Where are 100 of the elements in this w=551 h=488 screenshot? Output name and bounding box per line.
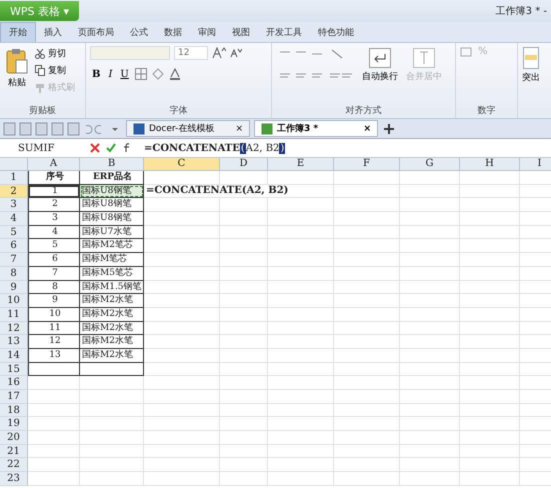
table-cell[interactable]	[80, 362, 144, 376]
group-label: 剪贴板	[28, 104, 57, 118]
table-cell: 11	[28, 322, 80, 336]
row-header[interactable]: 13	[0, 335, 28, 349]
column-header[interactable]: G	[400, 158, 460, 171]
table-cell: 7	[28, 266, 80, 280]
function-icon[interactable]	[122, 143, 132, 153]
row-header[interactable]: 15	[0, 362, 28, 376]
row-header[interactable]: 6	[0, 239, 28, 254]
table-cell: 13	[28, 348, 80, 363]
conditional-format-button[interactable]: 突出	[518, 43, 544, 118]
ribbon-tab[interactable]: 开发工具	[258, 22, 310, 42]
italic-button[interactable]: I	[106, 68, 114, 80]
bold-button[interactable]: B	[90, 68, 102, 80]
group-label: 数字	[476, 104, 496, 118]
brush-icon	[35, 82, 45, 92]
row-header[interactable]: 18	[0, 404, 28, 418]
table-cell: 国标M2水笔	[80, 348, 144, 363]
row-header[interactable]: 21	[0, 444, 28, 458]
ribbon-tab[interactable]: 开始	[0, 22, 36, 42]
row-header[interactable]: 22	[0, 458, 28, 472]
copy-icon	[35, 65, 45, 76]
table-cell: 12	[28, 335, 80, 349]
column-header[interactable]: D	[220, 158, 268, 171]
table-cell: 国标M2水笔	[80, 308, 144, 322]
document-icon	[133, 122, 145, 134]
row-header[interactable]: 1	[0, 171, 28, 185]
row-header[interactable]: 20	[0, 431, 28, 445]
wrap-icon	[369, 48, 391, 68]
table-cell: 5	[28, 239, 80, 254]
copy-button[interactable]: 复制	[34, 63, 76, 78]
row-header[interactable]: 10	[0, 294, 28, 308]
grow-font-icon	[212, 47, 226, 59]
font-name-field[interactable]	[90, 46, 170, 60]
confirm-icon[interactable]	[106, 143, 116, 153]
table-cell: 国标U8钢笔	[80, 212, 144, 226]
ribbon-tab[interactable]: 公式	[122, 22, 156, 42]
table-cell[interactable]	[28, 362, 80, 376]
underline-button[interactable]: U	[118, 68, 131, 80]
column-header[interactable]: C	[144, 158, 220, 171]
document-icon	[261, 122, 273, 134]
ribbon-tab[interactable]: 数据	[156, 22, 190, 42]
row-header[interactable]: 8	[0, 266, 28, 280]
table-cell: 国标M2笔芯	[80, 239, 144, 254]
group-label: 对齐方式	[344, 104, 382, 118]
name-box[interactable]: SUMIF	[0, 142, 84, 154]
table-cell: 4	[28, 226, 80, 240]
row-header[interactable]: 9	[0, 280, 28, 294]
row-header[interactable]: 2	[0, 184, 28, 198]
row-header[interactable]: 4	[0, 212, 28, 226]
clipboard-icon	[6, 48, 28, 74]
table-cell: 国标M2水笔	[80, 294, 144, 308]
table-cell: 国标M笔芯	[80, 253, 144, 267]
window-title: 工作簿3 * -	[496, 5, 547, 18]
row-header[interactable]: 14	[0, 348, 28, 363]
table-cell: 国标U7水笔	[80, 226, 144, 240]
cancel-icon[interactable]	[90, 143, 100, 153]
table-cell: 国标U8钢笔	[80, 198, 144, 212]
column-header[interactable]: B	[80, 158, 144, 171]
ribbon-tab[interactable]: 审阅	[190, 22, 224, 42]
table-cell: 国标M5笔芯	[80, 266, 144, 280]
table-cell: 2	[28, 198, 80, 212]
table-cell: 6	[28, 253, 80, 267]
row-header[interactable]: 5	[0, 226, 28, 240]
table-cell: 序号	[28, 171, 80, 185]
column-header[interactable]: H	[460, 158, 520, 171]
font-color-icon	[168, 68, 181, 80]
table-style-icon	[523, 47, 539, 69]
column-header[interactable]: A	[28, 158, 80, 171]
table-cell: =CONCATENATE(A2, B2)	[144, 184, 334, 198]
table-cell: 10	[28, 308, 80, 322]
scissors-icon	[35, 48, 45, 58]
table-cell: 国标M2水笔	[80, 322, 144, 336]
column-header[interactable]: F	[334, 158, 400, 171]
table-cell: 8	[28, 280, 80, 294]
row-header[interactable]: 16	[0, 376, 28, 390]
row-header[interactable]: 3	[0, 198, 28, 212]
row-header[interactable]: 11	[0, 308, 28, 322]
font-size-field[interactable]: 12	[174, 46, 208, 60]
ribbon-tab[interactable]: 视图	[224, 22, 258, 42]
new-tab-icon[interactable]	[382, 122, 396, 136]
paste-button[interactable]: 粘贴	[4, 46, 30, 91]
row-header[interactable]: 12	[0, 322, 28, 336]
merge-icon	[413, 48, 435, 68]
ribbon-tab[interactable]: 页面布局	[70, 22, 122, 42]
row-header[interactable]: 19	[0, 417, 28, 432]
wrap-text-button[interactable]: 自动换行	[360, 46, 400, 85]
row-header[interactable]: 7	[0, 253, 28, 267]
document-tab[interactable]: 工作簿3 * ×	[254, 120, 378, 137]
select-all-corner[interactable]	[0, 158, 28, 171]
column-header[interactable]: E	[268, 158, 334, 171]
column-header[interactable]: I	[520, 158, 551, 171]
ribbon-tab[interactable]: 特色功能	[310, 22, 362, 42]
ribbon-tab[interactable]: 插入	[36, 22, 70, 42]
document-tab[interactable]: Docer-在线模板 ×	[126, 120, 250, 137]
table-cell: 9	[28, 294, 80, 308]
row-header[interactable]: 23	[0, 472, 28, 486]
group-label: 字体	[168, 104, 188, 118]
row-header[interactable]: 17	[0, 390, 28, 404]
cut-button[interactable]: 剪切	[34, 46, 76, 61]
